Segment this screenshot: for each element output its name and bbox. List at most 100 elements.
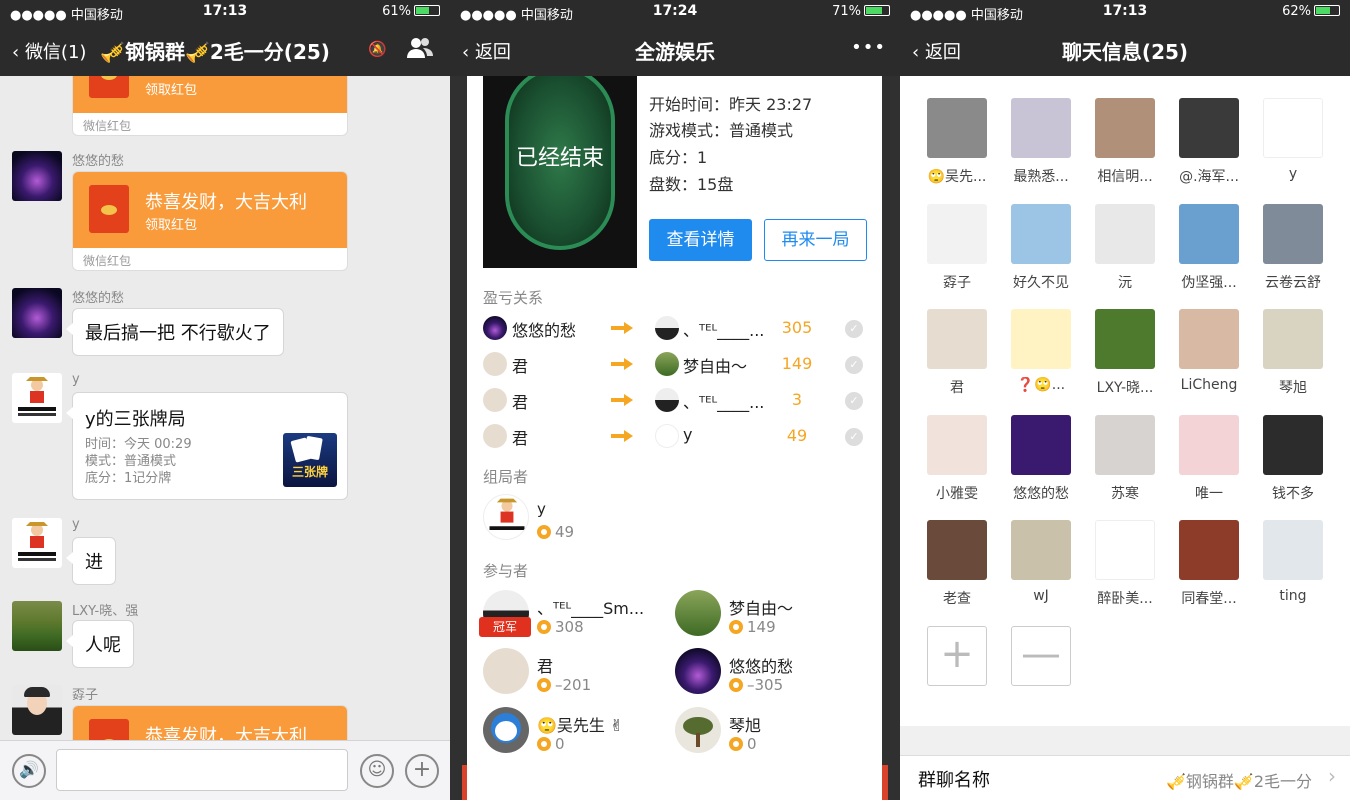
member-name: 伪坚强... — [1181, 274, 1237, 291]
mute-icon: 🔕 — [368, 40, 387, 58]
participant-avatar — [675, 648, 721, 694]
member-cell[interactable]: 好久不见 — [999, 203, 1083, 292]
member-cell[interactable]: LXY-晓... — [1083, 309, 1167, 397]
member-cell[interactable]: LiCheng — [1167, 309, 1251, 393]
member-cell[interactable]: 🙄吴先... — [915, 98, 999, 186]
payee-name: 梦自由～ — [683, 357, 748, 376]
participant-score: 0 — [729, 735, 757, 753]
member-cell[interactable]: wJ — [999, 520, 1083, 604]
group-name-value: 🎺钢锅群🎺2毛一分 — [1165, 772, 1312, 791]
participant-name: 琴旭 — [729, 716, 762, 735]
result-card: 已经结束 开始时间：昨天 23:27 游戏模式：普通模式 底分：1 盘数：15盘… — [467, 76, 882, 800]
member-cell[interactable]: 最熟悉... — [999, 98, 1083, 186]
group-members-icon[interactable] — [406, 36, 434, 60]
member-avatar — [1095, 98, 1155, 158]
member-name: 小雅雯 — [936, 485, 978, 502]
payer-name: 君 — [512, 393, 529, 412]
red-packet-action: 领取红包 — [145, 83, 198, 98]
game-table-image: 已经结束 — [483, 76, 637, 268]
participant-score: –201 — [537, 676, 591, 694]
member-cell[interactable]: 同春堂... — [1167, 520, 1251, 608]
emoji-icon[interactable]: ☺ — [360, 754, 394, 788]
member-cell[interactable]: 云卷云舒 — [1251, 203, 1335, 292]
member-name: 孬子 — [943, 274, 971, 291]
member-cell[interactable]: 钱不多 — [1251, 414, 1335, 503]
member-cell[interactable]: 琴旭 — [1251, 309, 1335, 397]
member-cell[interactable]: 悠悠的愁 — [999, 414, 1083, 503]
member-cell[interactable]: 君 — [915, 309, 999, 397]
member-cell[interactable]: 沅 — [1083, 203, 1167, 292]
more-icon[interactable]: ••• — [851, 37, 886, 58]
member-name: LiCheng — [1180, 377, 1238, 393]
member-cell[interactable]: y — [1251, 98, 1335, 182]
member-cell[interactable]: 小雅雯 — [915, 414, 999, 503]
amount: 3 — [791, 390, 803, 409]
play-again-button[interactable]: 再来一局 — [764, 219, 867, 261]
member-name: wJ — [1033, 588, 1049, 604]
red-packet[interactable]: 恭喜发财，大吉大利 — [72, 705, 348, 740]
avatar — [655, 316, 679, 340]
coin-icon — [729, 737, 743, 751]
nav-bar: ‹ 返回 全游娱乐 ••• — [450, 24, 900, 76]
member-name: 唯一 — [1195, 485, 1223, 502]
member-cell[interactable]: @.海军... — [1167, 98, 1251, 186]
avatar[interactable] — [12, 601, 62, 651]
member-name: 老查 — [943, 591, 971, 607]
battery-icon — [1314, 5, 1340, 16]
avatar[interactable] — [12, 373, 62, 423]
member-avatar — [927, 98, 987, 158]
sender-name: 悠悠的愁 — [72, 291, 125, 306]
member-cell[interactable]: ❓🙄... — [999, 309, 1083, 393]
game-result-panel: ●●●●● 中国移动 17:24 71% ‹ 返回 全游娱乐 ••• 已经结束 … — [450, 0, 900, 800]
remove-member-button[interactable]: — — [1011, 626, 1071, 686]
champion-badge: 冠军 — [479, 617, 531, 637]
organizer-name: y — [537, 500, 546, 518]
member-cell[interactable]: 伪坚强... — [1167, 203, 1251, 292]
member-cell[interactable]: 醉卧美... — [1083, 520, 1167, 608]
battery-icon — [864, 5, 890, 16]
message-input[interactable] — [56, 749, 348, 791]
member-cell[interactable]: 老查 — [915, 520, 999, 608]
plus-icon[interactable]: + — [405, 754, 439, 788]
add-member-button[interactable]: + — [927, 626, 987, 686]
message-list[interactable]: 领取红包 微信红包 悠悠的愁 恭喜发财，大吉大利 领取红包 微信红包 悠悠的愁 … — [0, 76, 450, 740]
section-title: 参与者 — [483, 562, 529, 580]
organizer-score: 49 — [537, 523, 574, 541]
member-cell[interactable]: ting — [1251, 520, 1335, 604]
amount: 149 — [781, 354, 813, 373]
member-name: 相信明... — [1097, 169, 1153, 185]
member-avatar — [1011, 98, 1071, 158]
game-card-base: 底分：1记分牌 — [85, 471, 172, 486]
participant-avatar — [675, 707, 721, 753]
organizer-avatar — [483, 494, 529, 540]
page-title: 全游娱乐 — [635, 40, 715, 64]
round-count: 盘数：15盘 — [649, 175, 734, 194]
coin-icon — [729, 678, 743, 692]
member-cell[interactable]: 相信明... — [1083, 98, 1167, 186]
arrow-right-icon — [611, 430, 633, 442]
group-name-row[interactable]: 群聊名称 🎺钢锅群🎺2毛一分 › — [900, 755, 1350, 800]
member-avatar — [927, 203, 987, 264]
nav-bar: ‹ 微信(1) 🎺钢锅群🎺2毛一分(25) 🔕 — [0, 24, 450, 76]
message-bubble[interactable]: 进 — [66, 537, 116, 585]
message-bubble[interactable]: 人呢 — [66, 620, 134, 668]
game-card-message[interactable]: y的三张牌局 时间：今天 00:29 模式：普通模式 底分：1记分牌 三张牌 — [66, 392, 348, 500]
avatar[interactable] — [12, 518, 62, 568]
member-cell[interactable]: 孬子 — [915, 203, 999, 292]
member-avatar — [1179, 203, 1239, 264]
payee-name: y — [683, 425, 693, 444]
red-packet[interactable]: 领取红包 微信红包 — [72, 76, 348, 136]
coin-icon — [537, 678, 551, 692]
avatar[interactable] — [12, 288, 62, 338]
member-cell[interactable]: 苏寒 — [1083, 414, 1167, 503]
check-icon: ✓ — [845, 320, 863, 338]
member-name: @.海军... — [1179, 169, 1239, 185]
red-packet[interactable]: 恭喜发财，大吉大利 领取红包 微信红包 — [72, 171, 348, 271]
member-cell[interactable]: 唯一 — [1167, 414, 1251, 503]
avatar[interactable] — [12, 151, 62, 201]
voice-icon[interactable]: 🔊 — [12, 754, 46, 788]
view-details-button[interactable]: 查看详情 — [649, 219, 752, 261]
message-bubble[interactable]: 最后搞一把 不行歇火了 — [66, 308, 284, 356]
payer-name: 君 — [512, 429, 529, 448]
avatar[interactable] — [12, 685, 62, 735]
